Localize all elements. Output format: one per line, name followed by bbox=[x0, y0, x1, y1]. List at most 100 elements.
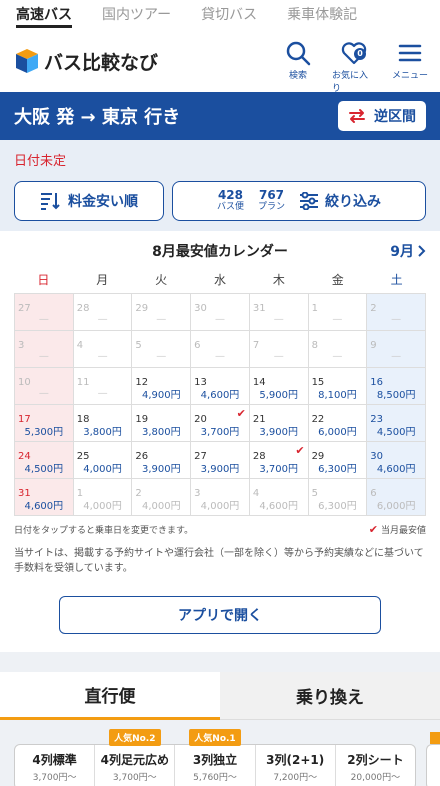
day-price: 6,300円 bbox=[318, 464, 357, 475]
calendar-day-cell[interactable]: 27 3,900円 bbox=[191, 442, 250, 479]
calendar-day-cell[interactable]: 17 5,300円 bbox=[15, 405, 74, 442]
calendar-day-cell[interactable]: 25 4,000円 bbox=[73, 442, 133, 479]
day-price: 4,500円 bbox=[24, 464, 64, 475]
nav-domestic-tour[interactable]: 国内ツアー bbox=[102, 0, 171, 28]
seat-type-card[interactable]: 3列(2+1) 7,200円〜 bbox=[256, 745, 336, 786]
calendar-day-cell: 8— bbox=[308, 331, 368, 368]
bus-count: 428 バス便 bbox=[217, 189, 244, 212]
day-number: 27 bbox=[18, 303, 31, 314]
weekday-wed: 水 bbox=[213, 273, 226, 287]
calendar-day-cell[interactable]: 21 3,900円 bbox=[249, 405, 309, 442]
reverse-route-label: 逆区間 bbox=[374, 109, 416, 125]
calendar-day-cell: 1 4,000円 bbox=[73, 479, 133, 516]
calendar-day-cell: 2— bbox=[367, 294, 426, 331]
day-price: — bbox=[38, 388, 49, 399]
calendar-day-cell: 9— bbox=[367, 331, 426, 368]
favorites-button[interactable]: 0 お気に入り bbox=[332, 40, 376, 94]
day-price: 5,900円 bbox=[259, 390, 299, 401]
calendar-day-cell: 2 4,000円 bbox=[132, 479, 192, 516]
day-price: 4,000円 bbox=[141, 501, 181, 512]
calendar-day-cell[interactable]: 24 4,500円 bbox=[15, 442, 74, 479]
calendar-day-cell[interactable]: 18 3,800円 bbox=[73, 405, 133, 442]
seat-type-card[interactable]: 4列標準 3,700円〜 bbox=[15, 745, 96, 786]
day-price: — bbox=[156, 314, 167, 325]
seat-type-name: 2列シート bbox=[347, 753, 404, 767]
calendar-day-cell[interactable]: 29 6,300円 bbox=[308, 442, 368, 479]
seat-type-name: 3列独立 bbox=[192, 753, 238, 767]
seat-type-card[interactable]: 人気No.1 3列独立 5,760円〜 bbox=[175, 729, 256, 786]
day-price: 8,100円 bbox=[318, 390, 357, 401]
plan-count: 767 プラン bbox=[258, 189, 285, 212]
calendar-day-cell[interactable]: 16 8,500円 bbox=[367, 368, 426, 405]
day-price: — bbox=[391, 351, 402, 362]
seat-type-cards: 4列標準 3,700円〜 人気No.2 4列足元広め 3,700円〜 人気No.1 3列独立… bbox=[14, 729, 416, 786]
day-number: 1 bbox=[311, 303, 318, 314]
calendar-day-cell: 11 — bbox=[73, 368, 133, 405]
calendar-hint: 日付をタップすると乗車日を変更できます。 bbox=[14, 526, 194, 536]
menu-button[interactable]: メニュー bbox=[388, 40, 432, 94]
nav-ride-reviews[interactable]: 乗車体験記 bbox=[287, 0, 357, 28]
calendar-day-cell: 28 — bbox=[73, 294, 133, 331]
next-month-label: 9月 bbox=[390, 244, 414, 260]
day-price: — bbox=[38, 314, 49, 325]
search-label: 検索 bbox=[288, 71, 307, 81]
filter-button[interactable]: 428 バス便 767 プラン 絞り込み bbox=[172, 181, 426, 221]
calendar-day-cell[interactable]: 26 3,900円 bbox=[132, 442, 192, 479]
calendar-day-cell[interactable]: 13 4,600円 bbox=[191, 368, 250, 405]
calendar-day-cell[interactable]: 22 6,000円 bbox=[308, 405, 368, 442]
cheapest-legend: ✔ 当月最安値 bbox=[369, 523, 426, 536]
calendar-day-cell[interactable]: 12 4,900円 bbox=[132, 368, 192, 405]
search-button[interactable]: 検索 bbox=[276, 40, 320, 94]
filter-label: 絞り込み bbox=[325, 194, 382, 210]
day-price: 4,000円 bbox=[83, 464, 122, 475]
day-price: 3,800円 bbox=[141, 427, 181, 438]
calendar-day-cell[interactable]: 31 4,600円 bbox=[15, 479, 74, 516]
cheapest-check-icon: ✔ bbox=[236, 407, 246, 420]
route-title: 大阪 発 → 東京 行き bbox=[14, 107, 181, 128]
reverse-route-button[interactable]: 逆区間 bbox=[338, 101, 426, 131]
day-number: 5 bbox=[135, 340, 142, 351]
sort-button[interactable]: 料金安い順 bbox=[14, 181, 164, 221]
calendar-day-cell[interactable]: 19 3,800円 bbox=[132, 405, 192, 442]
bus-count-value: 428 bbox=[217, 188, 244, 203]
overflow-seat-card[interactable] bbox=[426, 744, 440, 786]
calendar-day-cell[interactable]: 15 8,100円 bbox=[308, 368, 368, 405]
seat-type-card[interactable]: 2列シート 20,000円〜 bbox=[336, 745, 415, 786]
seat-type-card[interactable]: 人気No.2 4列足元広め 3,700円〜 bbox=[95, 729, 176, 786]
calendar-day-cell[interactable]: 20 3,700円 ✔ bbox=[191, 405, 250, 442]
section-divider bbox=[0, 652, 440, 672]
menu-label: メニュー bbox=[391, 71, 428, 81]
chevron-right-icon bbox=[418, 245, 426, 257]
day-price: 4,500円 bbox=[376, 427, 416, 438]
tab-transfer[interactable]: 乗り換え bbox=[220, 672, 440, 720]
day-price: — bbox=[38, 351, 49, 362]
date-status[interactable]: 日付未定 bbox=[14, 150, 426, 169]
nav-highway-bus[interactable]: 高速バス bbox=[16, 0, 72, 28]
day-price: 6,300円 bbox=[318, 501, 357, 512]
calendar-day-cell: 6— bbox=[191, 331, 250, 368]
calendar-day-cell[interactable]: 14 5,900円 bbox=[249, 368, 309, 405]
fee-disclaimer: 当サイトは、掲載する予約サイトや運行会社（一部を除く）等から予約実績などに基づい… bbox=[14, 548, 424, 574]
day-price: 4,600円 bbox=[24, 501, 64, 512]
bus-count-label: バス便 bbox=[216, 201, 244, 212]
day-price: — bbox=[391, 314, 402, 325]
site-logo[interactable]: バス比較なび bbox=[14, 47, 158, 75]
next-month-link[interactable]: 9月 bbox=[390, 241, 426, 261]
nav-charter-bus[interactable]: 貸切バス bbox=[201, 0, 257, 28]
open-app-button[interactable]: アプリで開く bbox=[59, 596, 381, 634]
calendar-day-cell[interactable]: 28 3,700円 ✔ bbox=[249, 442, 309, 479]
day-price: — bbox=[156, 351, 167, 362]
day-number: 30 bbox=[194, 303, 207, 314]
calendar-day-cell: 5— bbox=[132, 331, 192, 368]
day-price: — bbox=[97, 314, 108, 325]
sort-icon bbox=[41, 193, 60, 210]
calendar-day-cell: 4 4,600円 bbox=[249, 479, 309, 516]
calendar-day-cell[interactable]: 30 4,600円 bbox=[367, 442, 426, 479]
day-number: 28 bbox=[76, 303, 90, 314]
calendar-day-cell[interactable]: 23 4,500円 bbox=[367, 405, 426, 442]
day-price: 3,900円 bbox=[141, 464, 181, 475]
day-price: — bbox=[332, 351, 343, 362]
tab-direct[interactable]: 直行便 bbox=[0, 672, 220, 720]
day-price: 5,300円 bbox=[24, 427, 64, 438]
calendar-day-cell: 3— bbox=[15, 331, 74, 368]
